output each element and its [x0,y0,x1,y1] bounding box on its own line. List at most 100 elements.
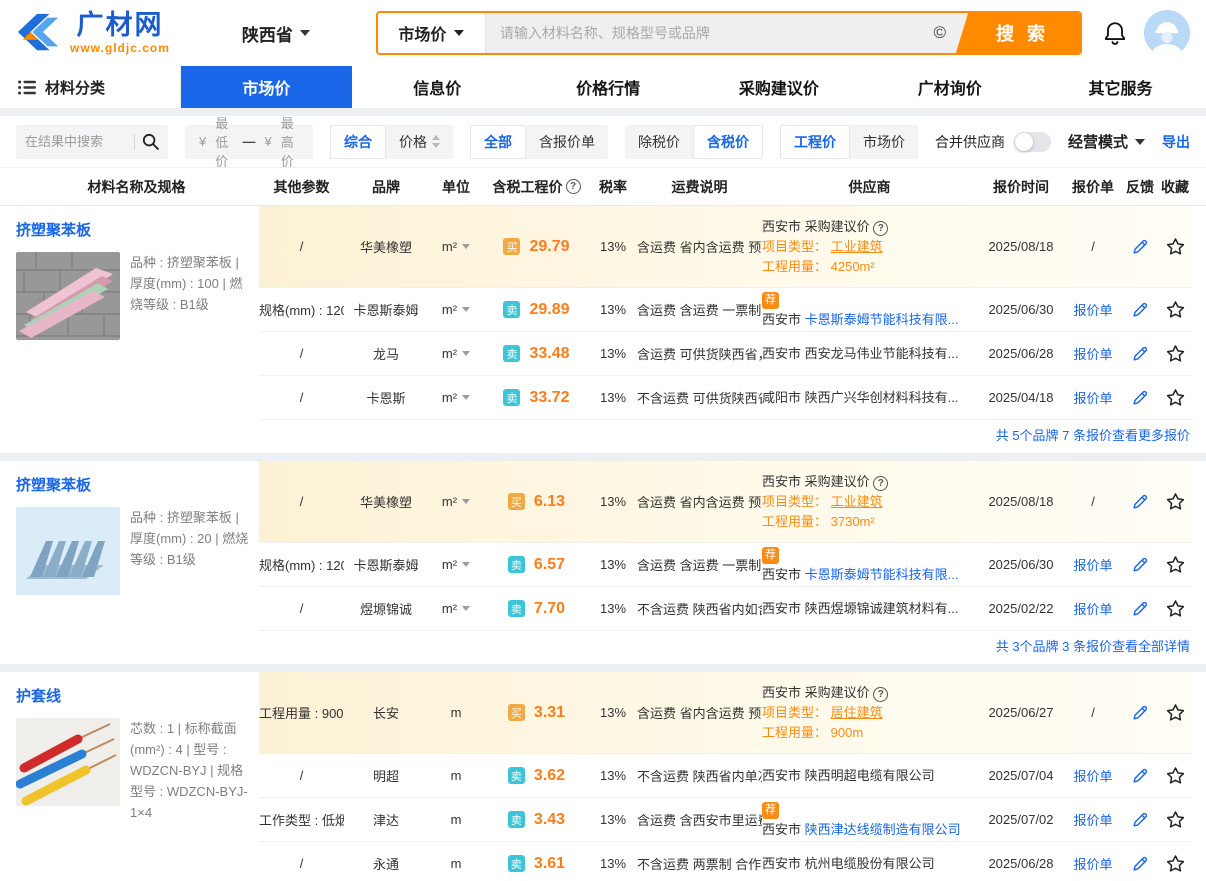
unit-selector[interactable]: m² [428,557,484,572]
quote-sheet-link[interactable]: 报价单 [1073,391,1112,406]
feedback-pencil-icon[interactable] [1131,767,1149,785]
freight-note: 不含运费 陕西省内如含... [637,599,762,618]
favorite-star-icon[interactable] [1165,809,1186,830]
supplier-name[interactable]: 卡恩斯泰姆节能科技有限... [805,312,959,327]
unit-selector[interactable]: m [428,768,484,783]
unit-selector[interactable]: m² [428,239,484,254]
quote-sheet-link[interactable]: 报价单 [1073,813,1112,828]
filter-project-price[interactable]: 工程价 [780,125,850,159]
product-image[interactable] [16,507,120,595]
material-title-link[interactable]: 挤塑聚苯板 [16,219,91,240]
chevron-down-icon [454,30,464,36]
supplier-name[interactable]: 卡恩斯泰姆节能科技有限... [805,567,959,582]
search-category-dropdown[interactable]: 市场价 [378,13,486,53]
favorite-star-icon[interactable] [1165,343,1186,364]
region-selector[interactable]: 陕西省 [242,21,310,46]
unit-selector[interactable]: m [428,705,484,720]
brand-name: 津达 [344,810,428,829]
feedback-pencil-icon[interactable] [1131,238,1149,256]
supplier-city: 咸阳市 [762,390,801,405]
freight-note: 含运费 含运费 一票制 ... [637,555,762,574]
feedback-pencil-icon[interactable] [1131,704,1149,722]
favorite-star-icon[interactable] [1165,299,1186,320]
product-image[interactable] [16,718,120,806]
favorite-star-icon[interactable] [1165,765,1186,786]
brand-name: 卡恩斯 [344,388,428,407]
material-catalog-button[interactable]: 材料分类 [0,66,180,108]
product-image[interactable] [16,252,120,340]
unit-selector[interactable]: m [428,812,484,827]
filter-all[interactable]: 全部 [470,125,526,159]
quote-sheet-link[interactable]: 报价单 [1073,303,1112,318]
filter-market-price[interactable]: 市场价 [850,125,918,159]
site-logo[interactable]: 广材网 www.gldjc.com [16,11,170,55]
tab-other-services[interactable]: 其它服务 [1035,66,1206,108]
export-button[interactable]: 导出 [1162,132,1190,152]
favorite-star-icon[interactable] [1165,236,1186,257]
favorite-star-icon[interactable] [1165,853,1186,874]
result-search-input[interactable] [25,134,127,149]
material-title-link[interactable]: 挤塑聚苯板 [16,474,91,495]
search-icon[interactable] [142,133,159,150]
help-icon[interactable]: ? [873,687,888,702]
filter-tax-excluded[interactable]: 除税价 [625,125,693,159]
unit-selector[interactable]: m² [428,346,484,361]
feedback-pencil-icon[interactable] [1131,811,1149,829]
help-icon[interactable]: ? [566,179,581,194]
feedback-pencil-icon[interactable] [1131,556,1149,574]
notification-bell-icon[interactable] [1102,20,1128,46]
feedback-pencil-icon[interactable] [1131,855,1149,873]
unit-selector[interactable]: m² [428,390,484,405]
feedback-pencil-icon[interactable] [1131,345,1149,363]
material-info-panel: 护套线 芯数 : 1 | 标称截面(mm²) : 4 | 型号 : WDZCN-… [14,672,259,881]
brand-name: 煜塬锦诚 [344,599,428,618]
user-avatar[interactable] [1144,10,1190,56]
feedback-pencil-icon[interactable] [1131,301,1149,319]
tab-gc-inquiry[interactable]: 广材询价 [864,66,1035,108]
quote-sheet-link[interactable]: 报价单 [1073,602,1112,617]
unit-selector[interactable]: m² [428,302,484,317]
sort-comprehensive[interactable]: 综合 [330,125,386,159]
quote-date: 2025/06/27 [977,705,1065,720]
quote-sheet-link[interactable]: 报价单 [1073,347,1112,362]
tab-market-price[interactable]: 市场价 [181,66,352,108]
brand-name: 卡恩斯泰姆 [344,300,428,319]
quote-filter-segment: 全部 含报价单 [470,125,608,159]
quote-sheet-link[interactable]: 报价单 [1073,769,1112,784]
view-more-quotes-link[interactable]: 共 5个品牌 7 条报价查看更多报价 [996,428,1190,443]
favorite-star-icon[interactable] [1165,387,1186,408]
quote-sheet-link[interactable]: 报价单 [1073,857,1112,872]
unit-selector[interactable]: m² [428,494,484,509]
other-params: 规格(mm) : 120... [259,555,344,574]
trade-type-badge: 卖 [508,855,525,872]
favorite-star-icon[interactable] [1165,491,1186,512]
merge-supplier-toggle[interactable] [1014,132,1051,152]
unit-selector[interactable]: m [428,856,484,871]
favorite-star-icon[interactable] [1165,554,1186,575]
filter-tax-included[interactable]: 含税价 [693,125,763,159]
supplier-name[interactable]: 陕西津达线缆制造有限公司 [805,822,961,837]
chevron-down-icon [1135,139,1145,145]
tab-purchase-suggest-price[interactable]: 采购建议价 [693,66,864,108]
price-range-filter[interactable]: ¥ 最低价 — ¥ 最高价 [185,125,313,159]
feedback-pencil-icon[interactable] [1131,389,1149,407]
tab-price-trend[interactable]: 价格行情 [523,66,694,108]
table-header: 材料名称及规格 其他参数 品牌 单位 含税工程价 ? 税率 运费说明 供应商 报… [0,168,1206,206]
search-button[interactable]: 搜 索 [955,11,1082,55]
favorite-star-icon[interactable] [1165,598,1186,619]
help-icon[interactable]: ? [873,476,888,491]
filter-with-quote-sheet[interactable]: 含报价单 [526,125,608,159]
quote-date: 2025/08/18 [977,239,1065,254]
material-title-link[interactable]: 护套线 [16,685,61,706]
view-more-quotes-link[interactable]: 共 3个品牌 3 条报价查看全部详情 [996,639,1190,654]
unit-selector[interactable]: m² [428,601,484,616]
sort-price[interactable]: 价格 [386,125,453,159]
feedback-pencil-icon[interactable] [1131,493,1149,511]
supplier-city: 西安市 [762,768,801,783]
business-mode-dropdown[interactable]: 经营模式 [1068,131,1145,152]
feedback-pencil-icon[interactable] [1131,600,1149,618]
quote-sheet-link[interactable]: 报价单 [1073,558,1112,573]
favorite-star-icon[interactable] [1165,702,1186,723]
tab-info-price[interactable]: 信息价 [352,66,523,108]
help-icon[interactable]: ? [873,221,888,236]
